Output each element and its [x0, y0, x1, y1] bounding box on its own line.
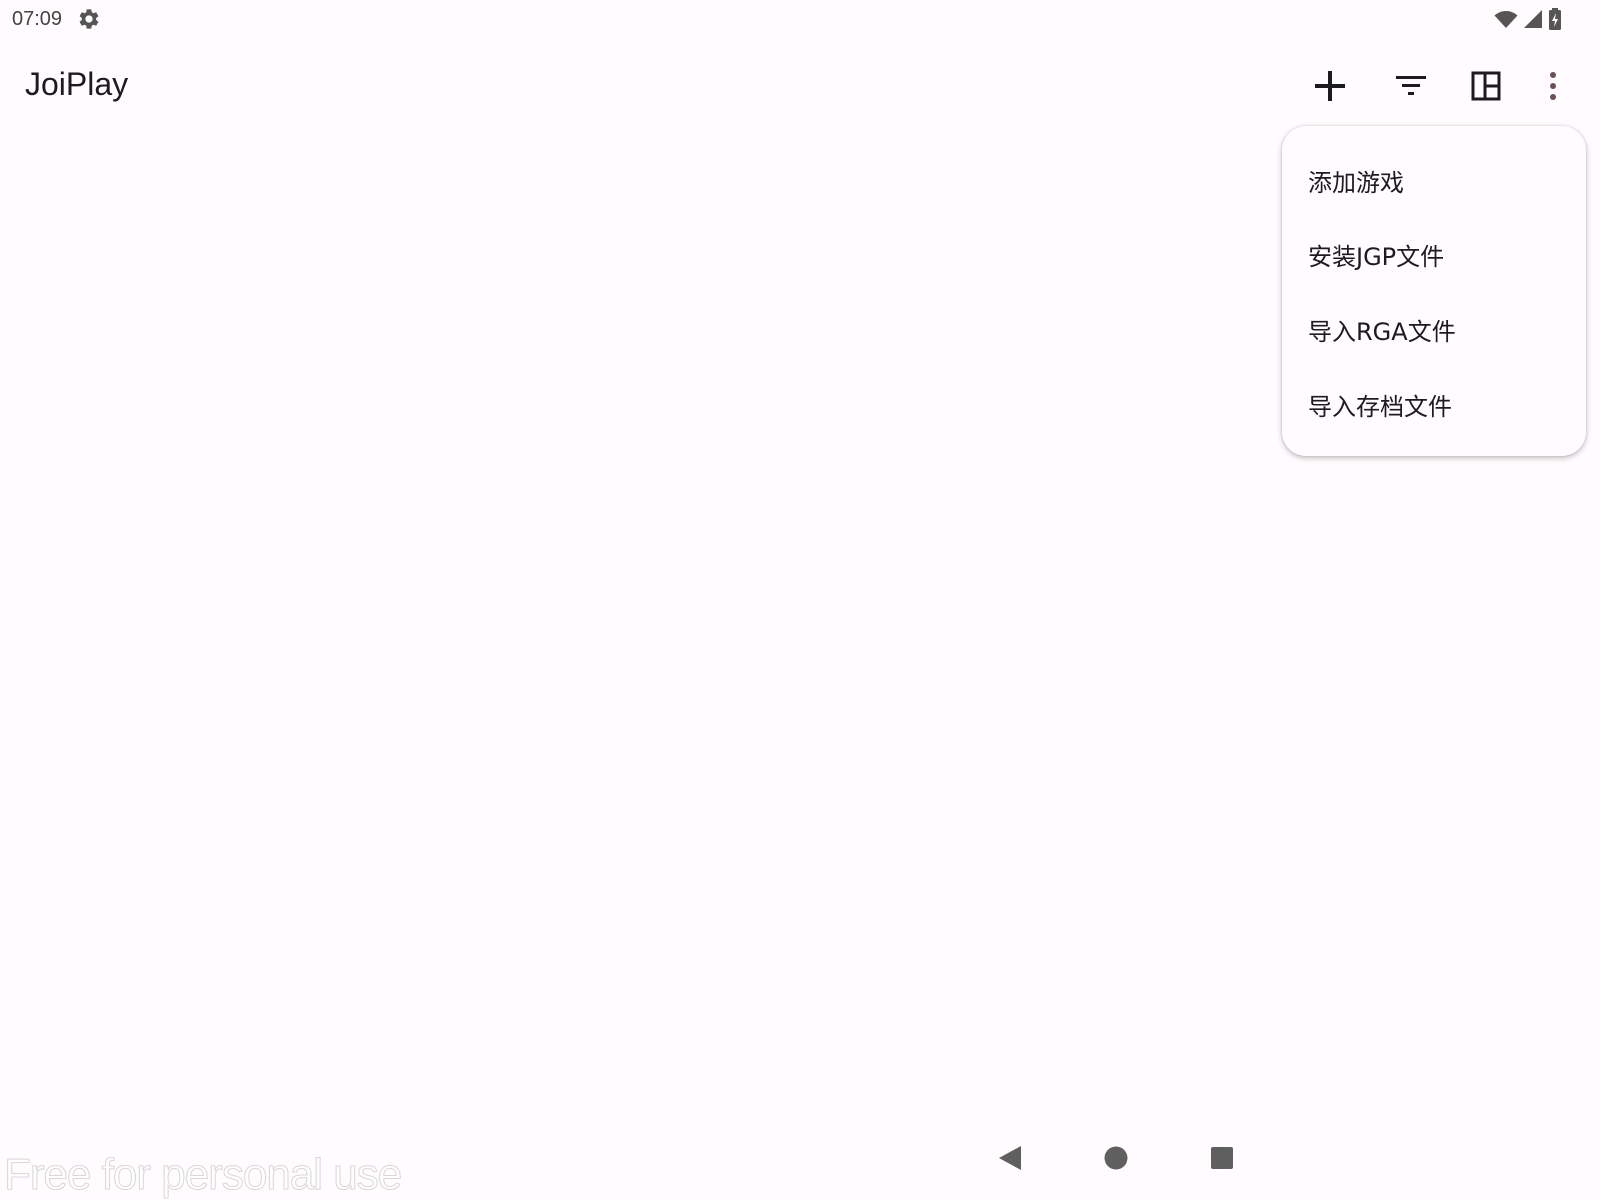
add-options-menu: 添加游戏 安装JGP文件 导入RGA文件 导入存档文件: [1282, 126, 1586, 456]
layout-icon: [1471, 71, 1501, 105]
app-title: JoiPlay: [25, 66, 129, 102]
cellular-signal-icon: [1522, 8, 1544, 34]
filter-icon: [1395, 74, 1427, 102]
back-button[interactable]: [982, 1136, 1038, 1184]
layout-button[interactable]: [1462, 64, 1510, 112]
menu-item-add-game[interactable]: 添加游戏: [1282, 144, 1586, 216]
status-icons: [1494, 7, 1562, 35]
add-icon: [1313, 69, 1347, 107]
home-icon: [1103, 1145, 1129, 1175]
menu-item-install-jgp[interactable]: 安装JGP文件: [1282, 218, 1586, 290]
menu-item-import-save[interactable]: 导入存档文件: [1282, 368, 1586, 440]
more-options-button[interactable]: [1529, 64, 1577, 112]
app-screen: 07:09 JoiPlay 添加游戏 安装JGP文件 导入RGA文件 导入存档文…: [0, 0, 1600, 1200]
battery-charging-icon: [1548, 7, 1562, 35]
recents-button[interactable]: [1194, 1136, 1250, 1184]
back-icon: [997, 1144, 1023, 1176]
recents-icon: [1209, 1145, 1235, 1175]
home-button[interactable]: [1088, 1136, 1144, 1184]
watermark-text: Free for personal use: [3, 1150, 402, 1200]
filter-button[interactable]: [1387, 64, 1435, 112]
wifi-icon: [1494, 7, 1518, 35]
menu-item-import-rga[interactable]: 导入RGA文件: [1282, 293, 1586, 365]
status-time: 07:09: [12, 8, 63, 30]
settings-icon: [77, 7, 101, 31]
more-vert-icon: [1548, 71, 1558, 105]
status-bar: 07:09: [0, 0, 1600, 40]
add-game-button[interactable]: [1306, 64, 1354, 112]
